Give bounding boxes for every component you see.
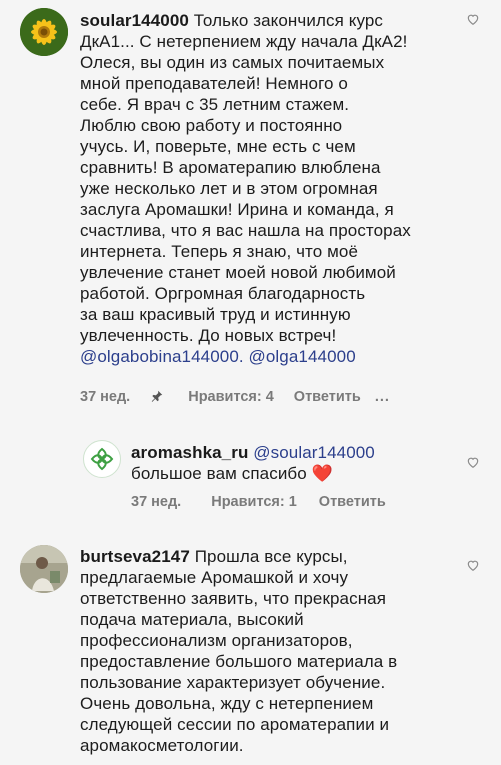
comment-text: burtseva2147 Прошла все курсы, предлагае… — [80, 547, 398, 755]
comment-time: 37 нед. — [80, 389, 131, 405]
pin-icon[interactable] — [150, 389, 166, 405]
user-photo-icon — [20, 545, 68, 593]
reply-username[interactable]: aromashka_ru — [131, 443, 248, 462]
avatar[interactable] — [83, 440, 121, 478]
like-heart-icon[interactable] — [466, 558, 482, 574]
more-options-button[interactable]: ... — [375, 389, 390, 405]
reply-button[interactable]: Ответить — [294, 389, 361, 405]
mention-links[interactable]: @olgabobina144000. @olga144000 — [80, 346, 411, 367]
mention-link[interactable]: @soular144000 — [253, 443, 375, 462]
reply-meta: 37 нед. Нравится: 1 Ответить — [131, 494, 386, 510]
like-heart-icon[interactable] — [466, 455, 482, 471]
reply-button[interactable]: Ответить — [319, 494, 386, 510]
red-heart-emoji: ❤️ — [311, 464, 333, 483]
avatar[interactable] — [20, 8, 68, 56]
likes-count[interactable]: Нравится: 1 — [211, 494, 297, 510]
avatar[interactable] — [20, 545, 68, 593]
likes-count[interactable]: Нравится: 4 — [188, 389, 274, 405]
reply-text: aromashka_ru @soular144000 большое вам с… — [131, 443, 375, 483]
comment-meta: 37 нед. Нравится: 4 Ответить ... — [80, 389, 390, 405]
comment-username[interactable]: burtseva2147 — [80, 547, 190, 566]
aromashka-logo-icon — [90, 447, 114, 471]
comment-username[interactable]: soular144000 — [80, 11, 189, 30]
reply-time: 37 нед. — [131, 494, 182, 510]
flower-icon — [20, 8, 68, 56]
comment-text: soular144000 Только закончился курс ДкА1… — [80, 11, 411, 367]
like-heart-icon[interactable] — [466, 12, 482, 28]
